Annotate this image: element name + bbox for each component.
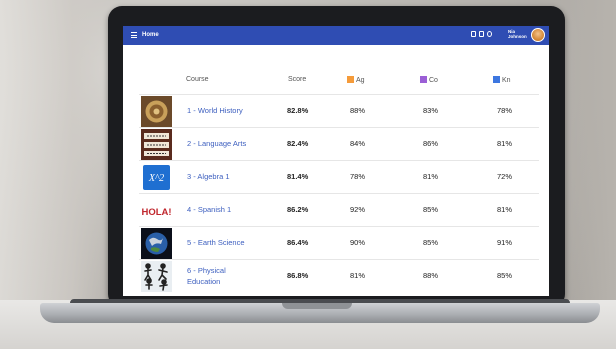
kn-value: 91% [497, 238, 513, 247]
laptop-notch [282, 303, 352, 309]
co-value: 85% [423, 238, 439, 247]
course-link[interactable]: 6 - Physical Education [187, 265, 226, 287]
table-row[interactable]: HOLA! 4 - Spanish 1 86.2% 92% 85% 81% [139, 193, 539, 226]
course-link[interactable]: 2 - Language Arts [187, 139, 246, 148]
table-row[interactable]: 2 - Language Arts 82.4% 84% 86% 81% [139, 127, 539, 160]
notifications-icon[interactable] [479, 31, 484, 37]
score-value: 81.4% [287, 172, 309, 181]
algebra-thumb: X^2 [143, 165, 170, 190]
ag-legend-label: Ag [356, 77, 365, 84]
column-header-score[interactable]: Score [288, 76, 306, 83]
physical-education-thumb [141, 261, 172, 292]
spanish-thumb-text: HOLA! [141, 207, 171, 218]
ag-value: 90% [350, 238, 366, 247]
score-value: 82.4% [287, 139, 309, 148]
help-icon[interactable] [487, 31, 492, 37]
ag-value: 92% [350, 205, 366, 214]
table-row[interactable]: X^2 3 - Algebra 1 81.4% 78% 81% 72% [139, 160, 539, 193]
app-title: Home [142, 32, 159, 38]
score-value: 86.8% [287, 271, 309, 280]
ag-value: 81% [350, 271, 366, 280]
course-link[interactable]: 5 - Earth Science [187, 238, 245, 247]
table-header: Course Score Ag Co Kn [123, 70, 549, 90]
kn-value: 72% [497, 172, 513, 181]
ag-value: 84% [350, 139, 366, 148]
co-value: 85% [423, 205, 439, 214]
toolbar-icons [471, 31, 492, 37]
co-value: 81% [423, 172, 439, 181]
course-link-line-2: Education [187, 277, 221, 286]
column-header-kn[interactable]: Kn [493, 76, 511, 84]
algebra-thumb-text: X^2 [148, 173, 164, 184]
column-header-course[interactable]: Course [186, 76, 209, 83]
course-link[interactable]: 1 - World History [187, 106, 243, 115]
app-bar: Home Nia Johnson [123, 26, 549, 45]
course-link-line-1: 6 - Physical [187, 266, 226, 275]
user-name-line-2: Johnson [508, 34, 527, 39]
kn-legend-swatch [493, 76, 500, 83]
course-link[interactable]: 3 - Algebra 1 [187, 172, 230, 181]
avatar[interactable] [531, 28, 545, 42]
spanish-thumb: HOLA! [141, 195, 172, 226]
table-row[interactable]: 6 - Physical Education 86.8% 81% 88% 85% [139, 259, 539, 292]
kn-legend-label: Kn [502, 77, 511, 84]
kn-value: 81% [497, 205, 513, 214]
ag-value: 88% [350, 106, 366, 115]
kn-value: 81% [497, 139, 513, 148]
background-left [0, 0, 120, 349]
kn-value: 85% [497, 271, 513, 280]
score-value: 86.4% [287, 238, 309, 247]
co-value: 83% [423, 106, 439, 115]
course-link[interactable]: 4 - Spanish 1 [187, 205, 231, 214]
language-arts-thumb [141, 129, 172, 160]
laptop-screen: Home Nia Johnson Course Score Ag Co Kn 1… [123, 26, 549, 296]
column-header-co[interactable]: Co [420, 76, 438, 84]
co-value: 86% [423, 139, 439, 148]
ag-value: 78% [350, 172, 366, 181]
user-name[interactable]: Nia Johnson [508, 29, 530, 39]
grid-icon[interactable] [471, 31, 476, 37]
co-value: 88% [423, 271, 439, 280]
co-legend-swatch [420, 76, 427, 83]
world-history-thumb [141, 96, 172, 127]
score-value: 86.2% [287, 205, 309, 214]
ag-legend-swatch [347, 76, 354, 83]
kn-value: 78% [497, 106, 513, 115]
co-legend-label: Co [429, 77, 438, 84]
column-header-ag[interactable]: Ag [347, 76, 365, 84]
table-row[interactable]: 5 - Earth Science 86.4% 90% 85% 91% [139, 226, 539, 259]
score-value: 82.8% [287, 106, 309, 115]
earth-science-thumb [141, 228, 172, 259]
table-row[interactable]: 1 - World History 82.8% 88% 83% 78% [139, 94, 539, 127]
menu-icon[interactable] [131, 32, 137, 38]
